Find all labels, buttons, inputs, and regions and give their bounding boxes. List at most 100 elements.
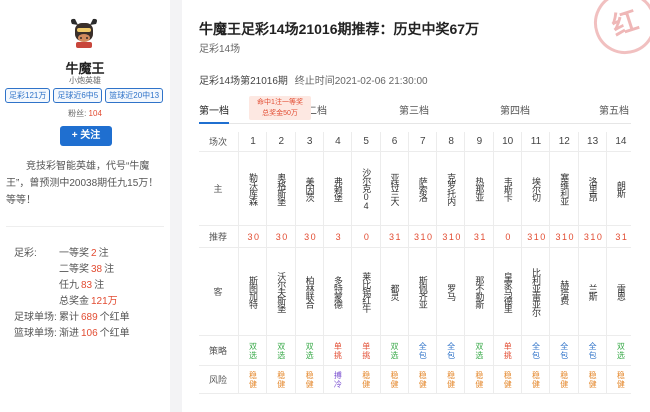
page-title: 牛魔王足彩14场21016期推荐：历史中奖67万 bbox=[199, 21, 480, 37]
record-badge: 足球近6中5 bbox=[53, 88, 103, 103]
away-team: 都灵 bbox=[389, 283, 400, 300]
home-team-cell: 勒沃库森 bbox=[239, 152, 267, 225]
recommendation: 3 1 0 bbox=[527, 231, 545, 242]
strategy: 单挑 bbox=[503, 341, 512, 360]
tooltip-line: 总奖金50万 bbox=[262, 110, 298, 117]
match-number: 11 bbox=[530, 136, 542, 147]
risk-cell: 稳健 bbox=[550, 366, 578, 393]
risk: 稳健 bbox=[560, 370, 569, 389]
match-number: 10 bbox=[502, 136, 514, 147]
risk: 稳健 bbox=[588, 370, 597, 389]
away-team-cell: 罗马 bbox=[437, 248, 465, 335]
away-team: 莱比锡红牛 bbox=[361, 271, 372, 312]
risk: 稳健 bbox=[390, 370, 399, 389]
risk: 搏冷 bbox=[333, 370, 342, 389]
strategy-cell: 单挑 bbox=[494, 336, 522, 365]
tab-tier-3[interactable]: 第三档 bbox=[399, 102, 429, 117]
stat-number: 38 bbox=[91, 264, 103, 275]
tab-tier-1[interactable]: 第一档 bbox=[199, 102, 229, 117]
tab-tier-4[interactable]: 第四档 bbox=[500, 102, 530, 117]
stat-prefix: 任九 bbox=[59, 280, 79, 291]
away-team: 赫塔费 bbox=[559, 279, 570, 304]
stat-suffix: 注 bbox=[98, 248, 109, 259]
home-team: 勒沃库森 bbox=[248, 172, 258, 205]
strategy: 全包 bbox=[447, 341, 456, 360]
away-team-cell: 莱比锡红牛 bbox=[352, 248, 380, 335]
bull-avatar-icon[interactable] bbox=[66, 14, 102, 50]
risk-cell: 稳健 bbox=[296, 366, 324, 393]
column-divider bbox=[322, 132, 324, 394]
match-number: 3 bbox=[306, 136, 313, 147]
table-row-rec: 推荐 3 0 3 0 3 0 3 0 3 1 3 1 0 3 1 0 3 1 0 3 1 0 3 1 0… bbox=[199, 226, 631, 248]
stat-value: 二等奖 38 注 bbox=[59, 262, 114, 278]
main-content: 牛魔王足彩14场21016期推荐：历史中奖67万 足彩14场 红 足彩14场第2… bbox=[182, 0, 650, 412]
row-label: 风险 bbox=[208, 375, 227, 385]
risk-cell: 稳健 bbox=[579, 366, 607, 393]
home-team-cell: 朗斯 bbox=[607, 152, 635, 225]
follow-button[interactable]: + 关注 bbox=[60, 126, 112, 146]
away-team: 那不勒斯 bbox=[474, 275, 485, 308]
stat-suffix: 个红单 bbox=[99, 312, 130, 323]
home-team: 美因茨 bbox=[304, 176, 315, 201]
home-team: 亚特兰大 bbox=[389, 172, 400, 205]
risk-cell: 稳健 bbox=[465, 366, 493, 393]
strategy-cell: 双选 bbox=[267, 336, 295, 365]
recommendation: 3 1 0 bbox=[442, 231, 460, 242]
risk-cell: 稳健 bbox=[267, 366, 295, 393]
fans-label: 粉丝: bbox=[68, 109, 87, 118]
away-team: 斯佩齐亚 bbox=[417, 275, 428, 308]
match-number: 1 bbox=[250, 136, 256, 147]
risk: 稳健 bbox=[249, 370, 257, 389]
risk-cell: 稳健 bbox=[381, 366, 409, 393]
risk: 稳健 bbox=[305, 370, 314, 389]
home-team-cell: 弗赖堡 bbox=[324, 152, 352, 225]
home-team: 克罗托内 bbox=[446, 172, 457, 205]
strategy-cell: 全包 bbox=[409, 336, 437, 365]
strategy-cell: 双选 bbox=[607, 336, 635, 365]
column-divider bbox=[492, 132, 494, 394]
stat-prefix: 一等奖 bbox=[59, 248, 89, 259]
expert-subname: 小炮英雄 bbox=[69, 76, 101, 85]
strategy-cell: 双选 bbox=[239, 336, 267, 365]
column-divider bbox=[577, 132, 579, 394]
risk: 稳健 bbox=[447, 370, 456, 389]
match-number: 5 bbox=[363, 136, 369, 147]
tab-tier-5[interactable]: 第五档 bbox=[599, 102, 629, 117]
stat-number: 689 bbox=[81, 312, 98, 323]
home-team-cell: 克罗托内 bbox=[437, 152, 465, 225]
strategy: 全包 bbox=[560, 341, 569, 360]
strategy: 双选 bbox=[616, 341, 625, 360]
row-label: 客 bbox=[213, 287, 223, 297]
home-team-cell: 奥格斯堡 bbox=[267, 152, 295, 225]
away-team: 比利亚雷亚尔 bbox=[531, 267, 541, 316]
recommendation: 3 0 bbox=[275, 231, 288, 242]
recommendation: 0 bbox=[363, 231, 369, 242]
away-team-cell: 都灵 bbox=[381, 248, 409, 335]
fans-count: 粉丝: 104 bbox=[0, 108, 170, 119]
fans-number: 104 bbox=[88, 109, 102, 118]
record-badge: 足彩121万 bbox=[5, 88, 51, 103]
away-team: 沃尔夫斯堡 bbox=[276, 271, 287, 312]
column-divider bbox=[436, 132, 438, 394]
recommendation: 3 1 0 bbox=[583, 231, 602, 242]
column-divider bbox=[605, 132, 607, 394]
strategy-cell: 单挑 bbox=[352, 336, 380, 365]
column-divider bbox=[351, 132, 353, 394]
home-team-cell: 塞维利亚 bbox=[550, 152, 578, 225]
stat-key: 足彩: bbox=[14, 248, 37, 259]
stat-prefix: 总奖金 bbox=[59, 296, 89, 307]
risk-cell: 稳健 bbox=[352, 366, 380, 393]
recommendation: 3 bbox=[335, 231, 341, 242]
recommendation: 3 1 0 bbox=[414, 231, 432, 242]
home-team-cell: 洛里昂 bbox=[579, 152, 607, 225]
column-divider bbox=[407, 132, 409, 394]
deadline: 终止时间2021-02-06 21:30:00 bbox=[294, 76, 428, 87]
risk-cell: 稳健 bbox=[409, 366, 437, 393]
away-team-cell: 雷恩 bbox=[607, 248, 635, 335]
match-number: 6 bbox=[391, 136, 398, 147]
stat-prefix: 累计 bbox=[59, 312, 79, 323]
strategy: 全包 bbox=[588, 341, 597, 360]
risk: 稳健 bbox=[277, 370, 286, 389]
table-row-index: 场次 1 2 3 4 5 6 7 8 9 10 11 12 13 14 bbox=[199, 132, 631, 152]
risk: 稳健 bbox=[532, 370, 540, 389]
